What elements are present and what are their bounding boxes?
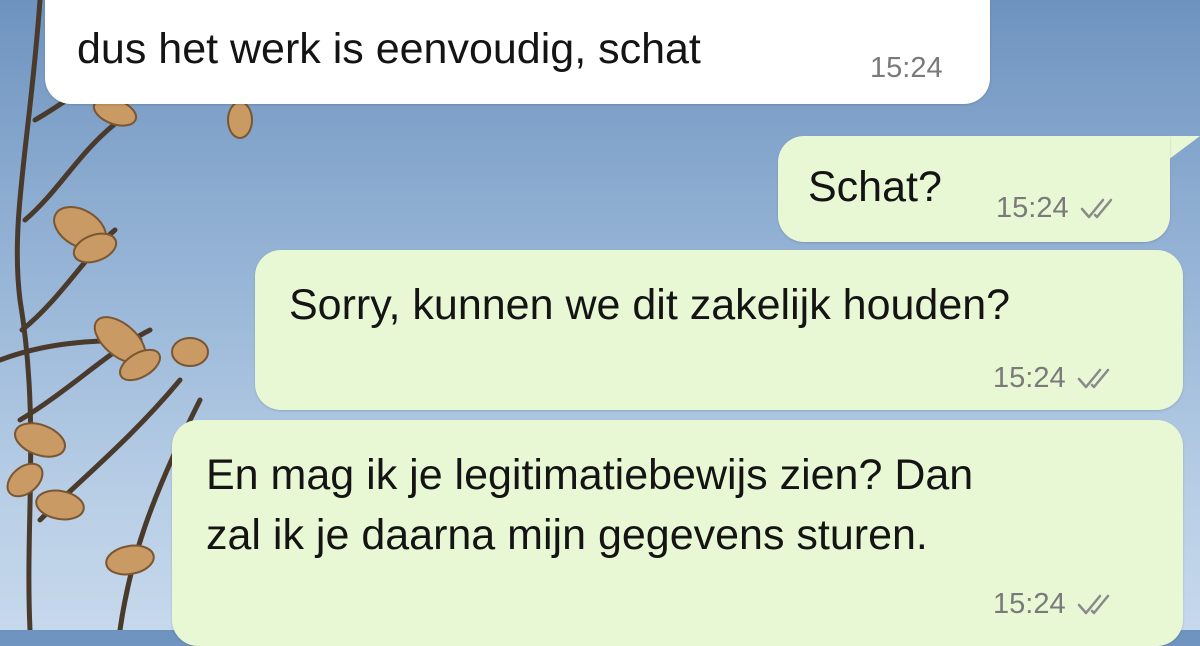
- message-meta: 15:24: [993, 588, 1120, 621]
- chat-message-list[interactable]: dus het werk is eenvoudig, schat 15:24 S…: [0, 0, 1200, 646]
- outgoing-message-bubble[interactable]: Schat? 15:24: [778, 136, 1170, 242]
- message-text-line: zal ik je daarna mijn gegevens sturen.: [206, 511, 928, 559]
- message-meta: 15:24: [993, 362, 1120, 395]
- message-timestamp: 15:24: [870, 52, 943, 84]
- message-timestamp: 15:24: [996, 192, 1069, 224]
- message-text: Schat?: [808, 163, 942, 211]
- message-text-line: En mag ik je legitimatiebewijs zien? Dan: [206, 451, 974, 499]
- message-text: Sorry, kunnen we dit zakelijk houden?: [289, 281, 1011, 329]
- message-timestamp: 15:24: [993, 362, 1066, 394]
- message-text: dus het werk is eenvoudig, schat: [77, 25, 701, 73]
- outgoing-message-bubble[interactable]: Sorry, kunnen we dit zakelijk houden? 15…: [255, 250, 1183, 410]
- read-double-check-icon: [1077, 368, 1109, 388]
- message-meta: 15:24: [996, 192, 1123, 225]
- message-meta: 15:24: [870, 52, 943, 85]
- read-double-check-icon: [1080, 198, 1112, 218]
- incoming-message-bubble[interactable]: dus het werk is eenvoudig, schat 15:24: [45, 0, 990, 104]
- outgoing-message-bubble[interactable]: En mag ik je legitimatiebewijs zien? Dan…: [172, 420, 1183, 646]
- read-double-check-icon: [1077, 594, 1109, 614]
- message-timestamp: 15:24: [993, 588, 1066, 620]
